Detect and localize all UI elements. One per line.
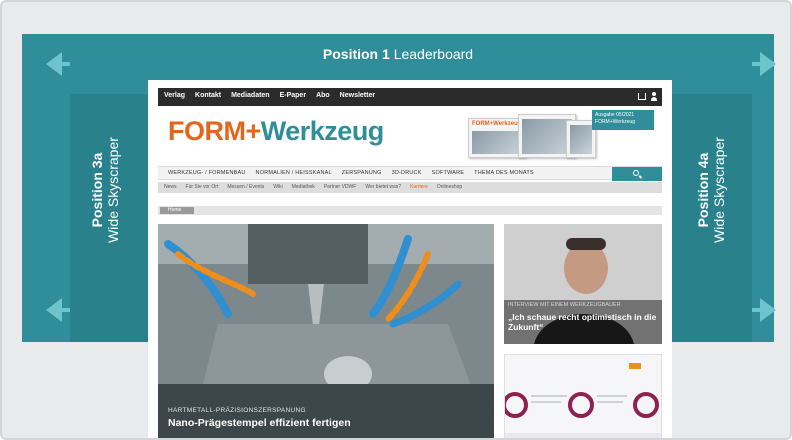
issue-badge: Ausgabe 05/2021 FORM+Werkzeug [592,110,654,130]
arrow-right-bottom-stem [752,308,762,312]
hero-article[interactable]: HARTMETALL-PRÄZISIONSZERSPANUNG Nano-Prä… [158,224,494,438]
skyscraper-right-label: Position 4a Wide Skyscraper [695,135,727,245]
main-nav-items: WERKZEUG- / FORMENBAU NORMALIEN / HEISSK… [168,170,534,176]
arrow-left-bottom-stem [60,308,70,312]
main-nav-item[interactable]: WERKZEUG- / FORMENBAU [168,170,246,176]
sub-nav-item[interactable]: Partner VDWF [324,184,357,190]
logo-werkzeug: Werkzeug [260,116,385,146]
search-button[interactable] [612,167,662,181]
logo-form: FORM [168,116,246,146]
sub-nav-item[interactable]: Wiki [273,184,282,190]
search-icon [633,170,639,176]
website-preview: Verlag Kontakt Mediadaten E-Paper Abo Ne… [148,80,672,438]
skyscraper-left-position: Position 3a [89,152,105,228]
side-article[interactable]: INTERVIEW MIT EINEM WERKZEUGBAUER „Ich s… [504,224,662,344]
sub-nav-item[interactable]: Messen / Events [227,184,264,190]
sub-nav-item[interactable]: Onlineshop [437,184,462,190]
sub-nav: News Für Sie vor Ort Messen / Events Wik… [158,182,662,193]
arrow-left-stem [60,62,70,66]
leaderboard-type: Leaderboard [393,46,474,62]
cart-icon[interactable] [638,93,646,100]
main-nav-item[interactable]: 3D-DRUCK [392,170,422,176]
top-nav-abo[interactable]: Abo [316,92,330,99]
main-nav-item[interactable]: ZERSPANUNG [342,170,382,176]
user-icon[interactable] [651,92,657,101]
breadcrumb-home[interactable]: Home [160,207,194,214]
top-nav-epaper[interactable]: E-Paper [280,92,306,99]
magazine-cover-image [472,131,522,154]
side-article-kicker: INTERVIEW MIT EINEM WERKZEUGBAUER [508,302,621,308]
sub-nav-item[interactable]: Für Sie vor Ort [186,184,219,190]
arrow-right-bottom-icon [760,298,776,322]
top-bar-nav: Verlag Kontakt Mediadaten E-Paper Abo Ne… [164,92,375,99]
side-article-2[interactable] [504,354,662,438]
top-nav-verlag[interactable]: Verlag [164,92,185,99]
sub-nav-item[interactable]: Wer bietet was? [365,184,401,190]
logo-plus: + [245,116,261,146]
top-bar: Verlag Kontakt Mediadaten E-Paper Abo Ne… [158,88,662,106]
site-logo[interactable]: FORM+Werkzeug [168,116,384,147]
main-nav-item[interactable]: THEMA DES MONATS [474,170,534,176]
skyscraper-left-type: Wide Skyscraper [105,137,121,243]
breadcrumb: Home [158,206,662,215]
leaderboard-position: Position 1 [322,46,390,62]
top-nav-kontakt[interactable]: Kontakt [195,92,221,99]
skyscraper-left-label: Position 3a Wide Skyscraper [89,135,121,245]
magazine-cover-image [522,119,572,154]
sub-nav-item[interactable]: Mediathek [292,184,315,190]
sub-nav-item-karriere[interactable]: Karriere [410,184,428,190]
hero-kicker: HARTMETALL-PRÄZISIONSZERSPANUNG [168,407,306,414]
magazine-cover-title: FORM+Werkzeug [472,121,522,127]
arrow-right-stem [752,62,762,66]
hero-title[interactable]: Nano-Prägestempel effizient fertigen [168,417,351,429]
sub-nav-items: News Für Sie vor Ort Messen / Events Wik… [164,184,462,190]
arrow-right-icon [760,52,776,76]
magazine-cover-image [570,125,592,154]
side-article-title[interactable]: „Ich schaue recht optimistisch in die Zu… [508,312,658,332]
skyscraper-right-type: Wide Skyscraper [711,137,727,243]
main-nav-item[interactable]: SOFTWARE [432,170,465,176]
ad-placement-frame: Position 3a Wide Skyscraper Position 4a … [0,0,792,440]
main-nav-item[interactable]: NORMALIEN / HEISSKANAL [256,170,332,176]
top-nav-newsletter[interactable]: Newsletter [340,92,375,99]
top-nav-mediadaten[interactable]: Mediadaten [231,92,270,99]
skyscraper-right-position: Position 4a [695,152,711,228]
sub-nav-item[interactable]: News [164,184,177,190]
main-nav: WERKZEUG- / FORMENBAU NORMALIEN / HEISSK… [158,166,662,181]
dashboard-image [505,355,661,438]
leaderboard-label: Position 1 Leaderboard [22,46,774,62]
